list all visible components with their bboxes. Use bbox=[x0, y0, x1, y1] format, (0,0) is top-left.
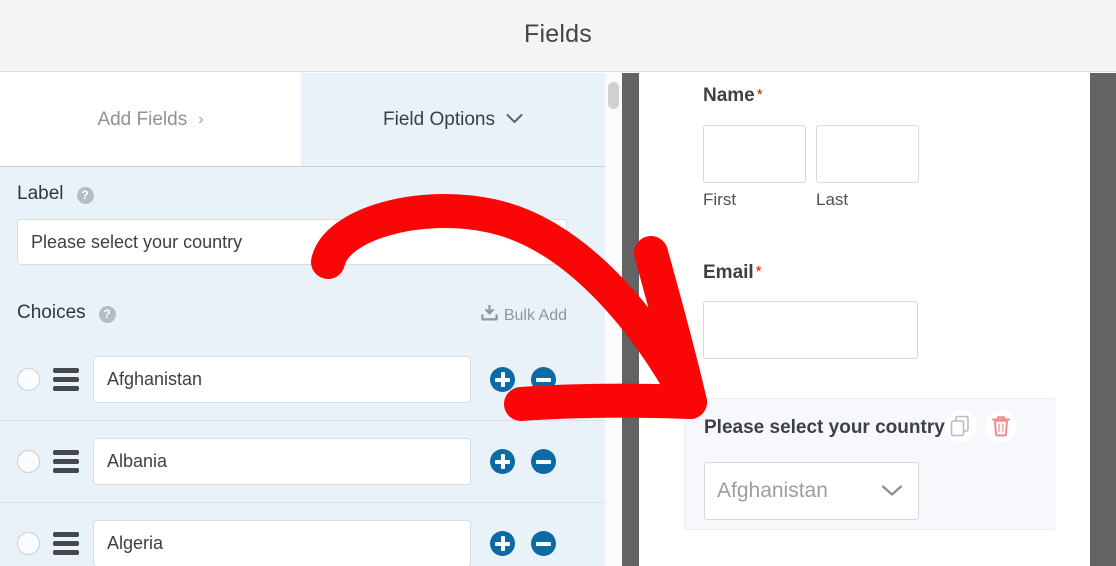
choice-row bbox=[0, 339, 605, 421]
preview-name-sublabels: First Last bbox=[703, 190, 919, 210]
choice-radio[interactable] bbox=[17, 450, 40, 473]
drag-handle-icon[interactable] bbox=[53, 532, 79, 555]
choices-section-header: Choices ? bbox=[17, 302, 116, 324]
question-mark-icon[interactable]: ? bbox=[99, 306, 116, 323]
page-title: Fields bbox=[0, 20, 1116, 49]
preview-field-email-label: Email* bbox=[703, 262, 918, 284]
choices-list bbox=[0, 339, 605, 566]
bulk-add-button[interactable]: Bulk Add bbox=[481, 305, 567, 326]
chevron-right-icon: › bbox=[198, 112, 203, 128]
sidebar-tabs: Add Fields › Field Options bbox=[0, 73, 605, 167]
drag-handle-icon[interactable] bbox=[53, 368, 79, 391]
drag-handle-icon[interactable] bbox=[53, 450, 79, 473]
preview-first-name-sublabel: First bbox=[703, 190, 806, 210]
question-mark-icon[interactable]: ? bbox=[77, 187, 94, 204]
label-section-header: Label ? bbox=[17, 183, 94, 205]
tab-add-fields[interactable]: Add Fields › bbox=[0, 73, 301, 166]
preview-country-select[interactable]: Afghanistan bbox=[704, 462, 919, 520]
choice-value-input[interactable] bbox=[93, 356, 471, 403]
tab-field-options[interactable]: Field Options bbox=[301, 73, 605, 166]
trash-icon[interactable] bbox=[985, 410, 1017, 442]
choice-value-input[interactable] bbox=[93, 520, 471, 566]
choice-row bbox=[0, 503, 605, 566]
tab-add-fields-label: Add Fields bbox=[97, 109, 187, 131]
add-choice-button[interactable] bbox=[490, 531, 515, 556]
preview-last-name-sublabel: Last bbox=[816, 190, 919, 210]
label-section-title: Label bbox=[17, 183, 64, 205]
sidebar-scrollbar[interactable] bbox=[605, 73, 622, 566]
panel-divider-right bbox=[1090, 73, 1116, 566]
fields-builder-screen: Fields Add Fields › Field Options Label … bbox=[0, 0, 1116, 566]
preview-first-name-input[interactable] bbox=[703, 125, 806, 183]
preview-country-inner: Please select your country bbox=[685, 399, 1054, 520]
chevron-down-icon bbox=[506, 112, 523, 128]
preview-field-email[interactable]: Email* bbox=[703, 262, 918, 359]
panel-divider-left bbox=[622, 73, 639, 566]
preview-field-country[interactable]: Please select your country bbox=[684, 398, 1055, 530]
bulk-add-label: Bulk Add bbox=[504, 307, 567, 325]
preview-country-select-value: Afghanistan bbox=[717, 479, 828, 503]
choice-row bbox=[0, 421, 605, 503]
required-asterisk: * bbox=[757, 86, 763, 103]
preview-last-name-input[interactable] bbox=[816, 125, 919, 183]
choices-section-title: Choices bbox=[17, 302, 86, 324]
tab-field-options-label: Field Options bbox=[383, 109, 495, 131]
chevron-down-icon bbox=[881, 482, 903, 501]
add-choice-button[interactable] bbox=[490, 367, 515, 392]
field-editor-sidebar: Add Fields › Field Options Label ? Choic… bbox=[0, 73, 605, 566]
choice-value-input[interactable] bbox=[93, 438, 471, 485]
remove-choice-button[interactable] bbox=[531, 367, 556, 392]
preview-field-name[interactable]: Name* First Last bbox=[703, 85, 919, 210]
add-choice-button[interactable] bbox=[490, 449, 515, 474]
remove-choice-button[interactable] bbox=[531, 531, 556, 556]
top-bar: Fields bbox=[0, 0, 1116, 72]
required-asterisk: * bbox=[756, 263, 762, 280]
field-options-body: Label ? Choices ? Bulk Add bbox=[0, 167, 605, 566]
duplicate-pages-icon[interactable] bbox=[945, 410, 977, 442]
form-preview-panel: Name* First Last Email* Please select yo… bbox=[639, 73, 1090, 566]
preview-name-inputs bbox=[703, 125, 919, 183]
remove-choice-button[interactable] bbox=[531, 449, 556, 474]
choice-radio[interactable] bbox=[17, 532, 40, 555]
label-input[interactable] bbox=[17, 219, 567, 265]
preview-country-label: Please select your country bbox=[704, 417, 945, 439]
preview-field-actions bbox=[945, 410, 1017, 442]
sidebar-scrollbar-thumb[interactable] bbox=[608, 82, 619, 109]
preview-field-name-label: Name* bbox=[703, 85, 919, 107]
bulk-add-import-icon bbox=[481, 305, 504, 326]
choice-radio[interactable] bbox=[17, 368, 40, 391]
preview-email-input[interactable] bbox=[703, 301, 918, 359]
preview-country-label-row: Please select your country bbox=[704, 417, 1054, 449]
